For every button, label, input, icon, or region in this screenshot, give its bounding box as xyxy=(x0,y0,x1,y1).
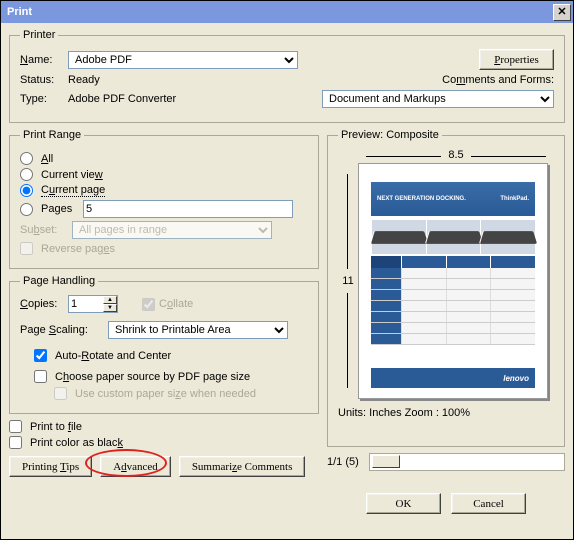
advanced-button[interactable]: AdvancedAdvanced xyxy=(100,456,171,477)
type-value: Adobe PDF Converter xyxy=(68,93,176,105)
spin-up-icon[interactable]: ▲ xyxy=(103,296,117,304)
comments-select[interactable]: Document and Markups xyxy=(322,90,554,108)
print-to-file-check[interactable] xyxy=(9,420,22,433)
ruler-vertical: 11 xyxy=(338,166,358,396)
print-black-check[interactable] xyxy=(9,436,22,449)
choose-source-label: Choose paper source by PDF page sizeChoo… xyxy=(55,371,250,383)
page-slider[interactable] xyxy=(369,453,565,471)
autorotate-check[interactable] xyxy=(34,349,47,362)
radio-cv-label: Current viewCurrent view xyxy=(41,169,103,181)
ruler-width: 8.5 xyxy=(448,149,463,161)
copies-spinner[interactable]: ▲ ▼ xyxy=(68,295,118,313)
choose-source-check[interactable] xyxy=(34,370,47,383)
summarize-button[interactable]: Summarize CommentsSummarize Comments xyxy=(179,456,306,477)
status-value: Ready xyxy=(68,74,100,86)
preview-brand-bottom: lenovo xyxy=(503,374,529,383)
page-handling-group: Page Handling Copies:Copies: ▲ ▼ Col xyxy=(9,275,319,414)
radio-cp-label: Current pageCurrent page xyxy=(41,184,105,197)
autorotate-label: Auto-Rotate and CenterAuto-Rotate and Ce… xyxy=(55,350,171,362)
type-label: Type: xyxy=(20,93,68,105)
range-legend: Print Range xyxy=(20,129,84,141)
preview-group: Preview: Composite 8.5 11 NEXT GENERATIO… xyxy=(327,129,565,447)
collate-label: CollateCollate xyxy=(159,298,193,310)
subset-label: Subset:Subset: xyxy=(20,224,68,236)
preview-brand-top: ThinkPad. xyxy=(500,196,529,202)
spin-down-icon[interactable]: ▼ xyxy=(103,304,117,312)
radio-all[interactable] xyxy=(20,152,33,165)
pages-input[interactable] xyxy=(83,200,293,218)
scaling-label: Page Scaling:Page Scaling: xyxy=(20,324,108,336)
radio-pages[interactable] xyxy=(20,203,33,216)
page-count: 1/1 (5) xyxy=(327,456,359,468)
status-label: Status: xyxy=(20,74,68,86)
handling-legend: Page Handling xyxy=(20,275,98,287)
preview-page-title: NEXT GENERATION DOCKING. xyxy=(377,196,466,202)
copies-input[interactable] xyxy=(69,296,103,312)
ok-button[interactable]: OK xyxy=(366,493,441,514)
units-label: Units: Inches Zoom : 100% xyxy=(338,407,554,419)
print-to-file-label: Print to filePrint to file xyxy=(30,421,82,433)
ruler-horizontal: 8.5 xyxy=(358,149,554,163)
printer-name-select[interactable]: Adobe PDF xyxy=(68,51,298,69)
slider-thumb[interactable] xyxy=(372,455,400,468)
scaling-select[interactable]: Shrink to Printable Area xyxy=(108,321,288,339)
copies-label: Copies:Copies: xyxy=(20,298,68,310)
radio-current-view[interactable] xyxy=(20,168,33,181)
reverse-check xyxy=(20,242,33,255)
radio-all-label: AllAll xyxy=(41,153,53,165)
ruler-height: 11 xyxy=(342,275,353,287)
preview-legend: Preview: Composite xyxy=(338,129,442,141)
custom-paper-check xyxy=(54,387,67,400)
title-text: Print xyxy=(7,6,32,18)
properties-button[interactable]: PropertiesProperties xyxy=(479,49,554,70)
printer-legend: Printer xyxy=(20,29,58,41)
subset-select: All pages in range xyxy=(72,221,272,239)
comments-label: Comments and Forms:Comments and Forms: xyxy=(442,74,554,86)
print-range-group: Print Range AllAll Current viewCurrent v… xyxy=(9,129,319,269)
preview-page: NEXT GENERATION DOCKING. ThinkPad. xyxy=(358,163,548,399)
print-black-label: Print color as blackPrint color as black xyxy=(30,437,123,449)
custom-paper-label: Use custom paper size when neededUse cus… xyxy=(75,388,256,400)
radio-pages-label: PagesPages xyxy=(41,203,79,215)
radio-current-page[interactable] xyxy=(20,184,33,197)
reverse-label: Reverse pagesReverse pages xyxy=(41,243,115,255)
printing-tips-button[interactable]: Printing TipsPrinting Tips xyxy=(9,456,92,477)
name-label: NName:ame: xyxy=(20,54,68,66)
cancel-button[interactable]: Cancel xyxy=(451,493,526,514)
printer-group: Printer NName:ame: Adobe PDF PropertiesP… xyxy=(9,29,565,123)
close-icon[interactable]: ✕ xyxy=(553,4,571,21)
titlebar: Print ✕ xyxy=(1,1,573,23)
collate-check xyxy=(142,298,155,311)
